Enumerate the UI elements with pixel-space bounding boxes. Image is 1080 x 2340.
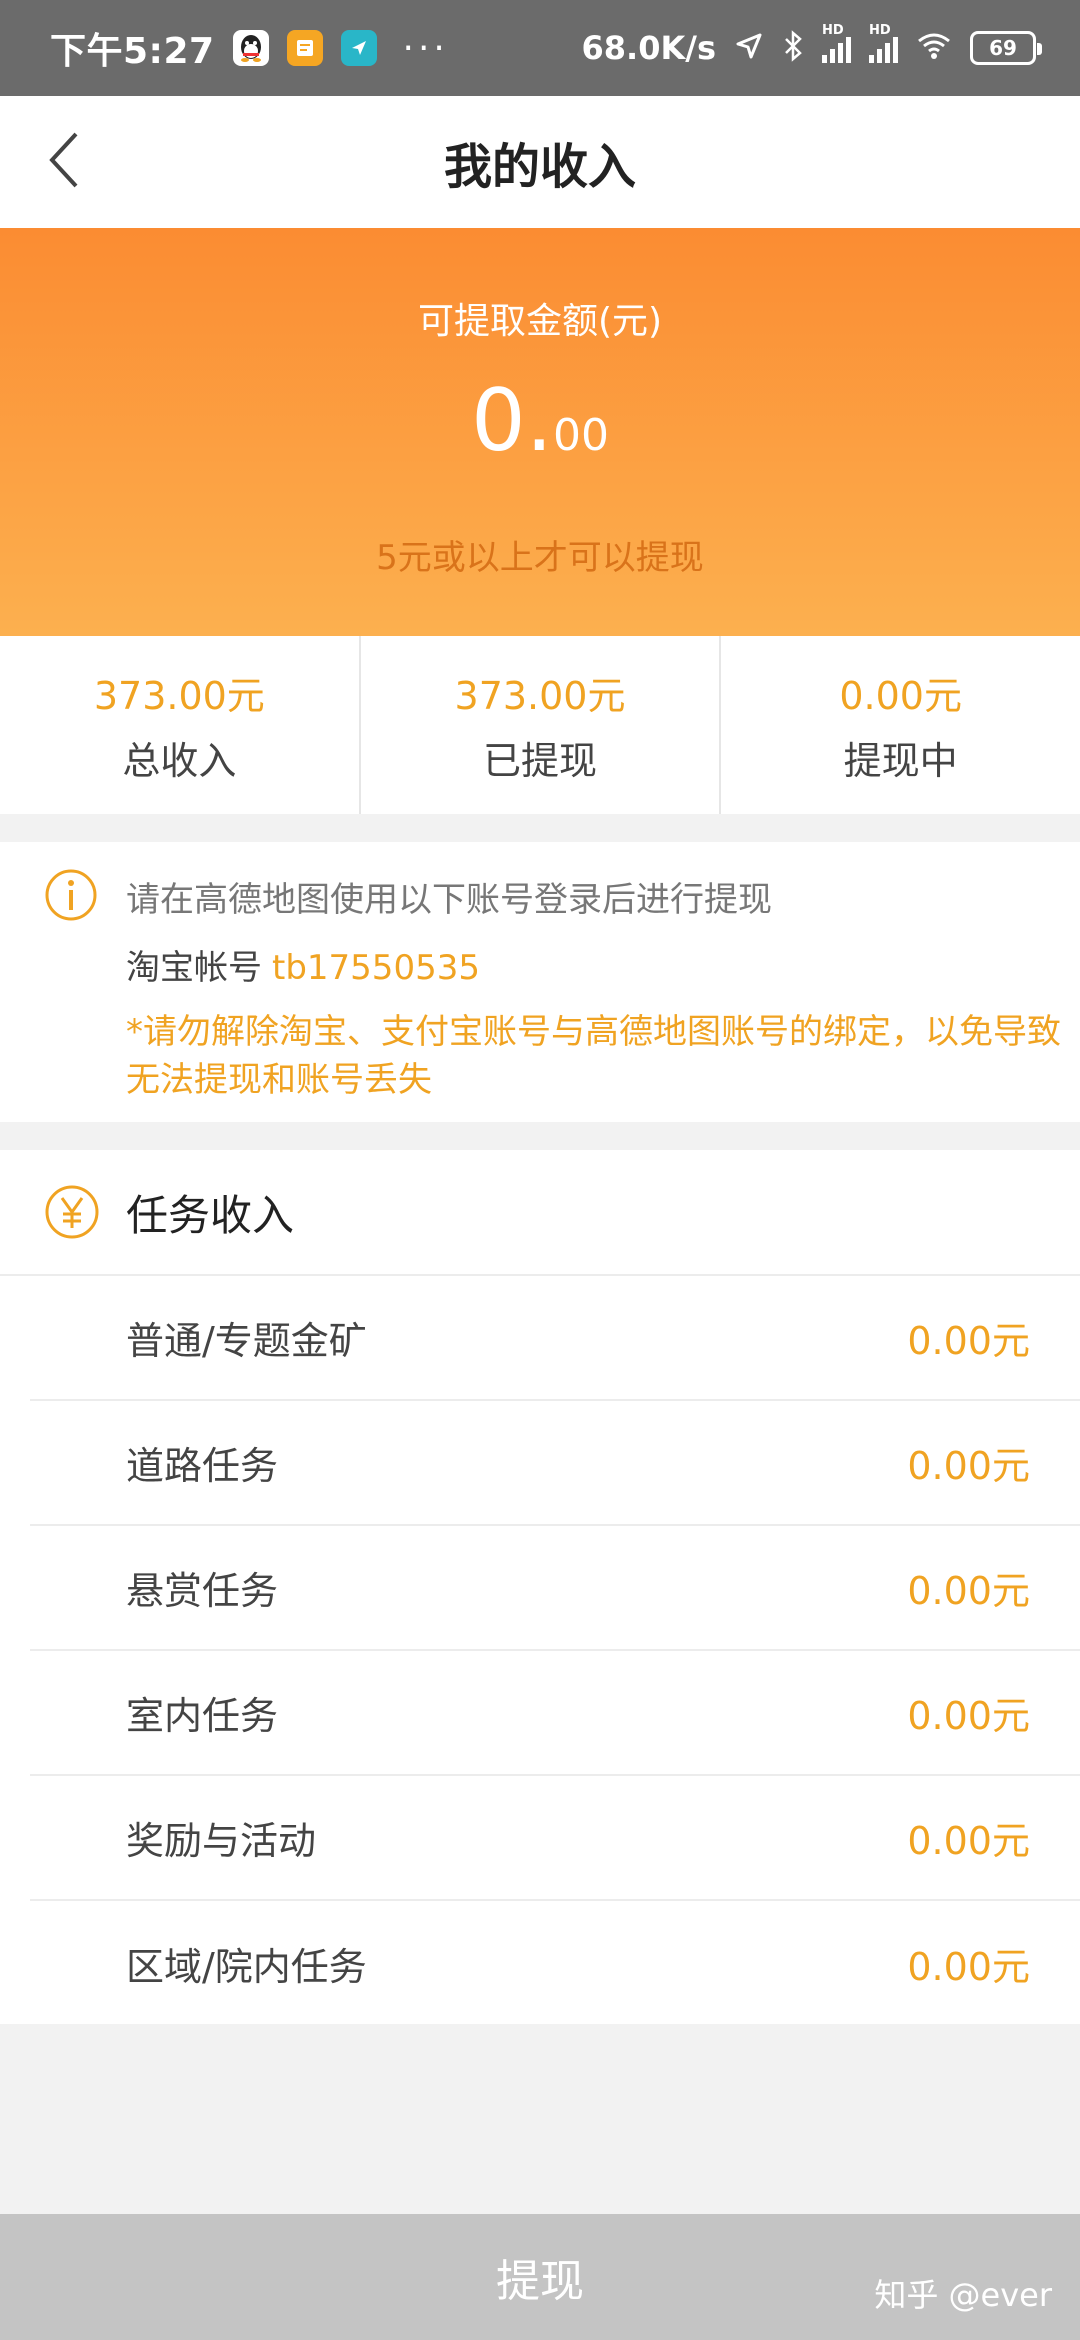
stat-total-income: 373.00元 总收入 [0, 636, 361, 814]
notes-app-icon [286, 30, 323, 66]
task-amount: 0.00元 [907, 1819, 1030, 1863]
status-bar: 下午5:27 ··· 68.0K/s HD HD 69 [0, 0, 1080, 96]
bluetooth-icon [782, 30, 804, 66]
withdraw-minimum-tip: 5元或以上才可以提现 [376, 538, 704, 578]
hd-label: HD [869, 23, 891, 38]
withdrawable-label: 可提取金额(元) [417, 301, 663, 342]
back-button[interactable] [28, 126, 100, 198]
signal-icon: HD [869, 23, 898, 63]
task-row-rewards[interactable]: 奖励与活动 0.00元 [30, 1776, 1080, 1901]
task-row-bounty[interactable]: 悬赏任务 0.00元 [30, 1526, 1080, 1651]
stat-label: 总收入 [122, 739, 237, 783]
status-time: 下午5:27 [50, 31, 215, 72]
withdrawable-amount: 0.00 [0, 378, 1080, 464]
task-amount: 0.00元 [907, 1319, 1030, 1363]
task-row-area[interactable]: 区域/院内任务 0.00元 [30, 1901, 1080, 2026]
battery-icon: 69 [970, 31, 1042, 65]
task-amount: 0.00元 [907, 1945, 1030, 1989]
task-income-title: 任务收入 [126, 1190, 295, 1240]
task-name: 室内任务 [126, 1694, 279, 1738]
task-income-section: 任务收入 普通/专题金矿 0.00元 道路任务 0.00元 悬赏任务 0.00元… [0, 1150, 1080, 2024]
title-bar: 我的收入 [0, 96, 1080, 228]
task-name: 区域/院内任务 [126, 1945, 367, 1989]
amount-integer: 0. [470, 371, 554, 471]
balance-header: 可提取金额(元) 0.00 5元或以上才可以提现 [0, 228, 1080, 636]
stat-withdrawing: 0.00元 提现中 [721, 636, 1080, 814]
status-bar-right: 68.0K/s HD HD 69 [581, 23, 1042, 67]
stat-withdrawn: 373.00元 已提现 [361, 636, 722, 814]
income-stats: 373.00元 总收入 373.00元 已提现 0.00元 提现中 [0, 636, 1080, 814]
task-row-road[interactable]: 道路任务 0.00元 [30, 1401, 1080, 1526]
task-amount: 0.00元 [907, 1569, 1030, 1613]
yen-icon [44, 1184, 100, 1240]
stat-label: 已提现 [483, 739, 598, 783]
page-title: 我的收入 [443, 139, 636, 195]
network-speed: 68.0K/s [581, 29, 716, 67]
task-name: 悬赏任务 [126, 1569, 279, 1613]
stat-value: 373.00元 [454, 674, 626, 718]
wifi-icon [916, 31, 952, 65]
amount-decimal: 00 [553, 410, 610, 461]
status-bar-left: 下午5:27 ··· [50, 22, 449, 74]
battery-level: 69 [989, 36, 1017, 60]
account-value: tb17550535 [272, 948, 480, 988]
qq-icon [232, 30, 269, 66]
notice-warning: *请勿解除淘宝、支付宝账号与高德地图账号的绑定，以免导致无法提现和账号丢失 [126, 1012, 1061, 1100]
navigation-app-icon [340, 30, 377, 66]
task-amount: 0.00元 [907, 1444, 1030, 1488]
notice-account: 淘宝帐号 tb17550535 [126, 940, 480, 989]
task-income-header: 任务收入 [0, 1150, 1080, 1276]
chevron-left-icon [46, 130, 82, 194]
info-icon [44, 868, 98, 926]
account-label: 淘宝帐号 [126, 948, 262, 988]
stat-label: 提现中 [843, 739, 958, 783]
signal-icon: HD [822, 23, 851, 63]
withdraw-notice: 请在高德地图使用以下账号登录后进行提现 淘宝帐号 tb17550535 *请勿解除… [0, 842, 1080, 1122]
watermark: 知乎 @ever [874, 2276, 1052, 2314]
task-name: 普通/专题金矿 [126, 1319, 367, 1363]
stat-value: 373.00元 [93, 674, 265, 718]
location-arrow-icon [734, 31, 764, 65]
task-row-indoor[interactable]: 室内任务 0.00元 [30, 1651, 1080, 1776]
task-name: 道路任务 [126, 1444, 279, 1488]
hd-label: HD [822, 23, 844, 38]
stat-value: 0.00元 [839, 674, 962, 718]
task-row-gold-mine[interactable]: 普通/专题金矿 0.00元 [30, 1276, 1080, 1401]
task-amount: 0.00元 [907, 1694, 1030, 1738]
more-notifications-indicator: ··· [402, 27, 449, 69]
notice-instruction: 请在高德地图使用以下账号登录后进行提现 [126, 880, 772, 920]
task-name: 奖励与活动 [126, 1819, 317, 1863]
